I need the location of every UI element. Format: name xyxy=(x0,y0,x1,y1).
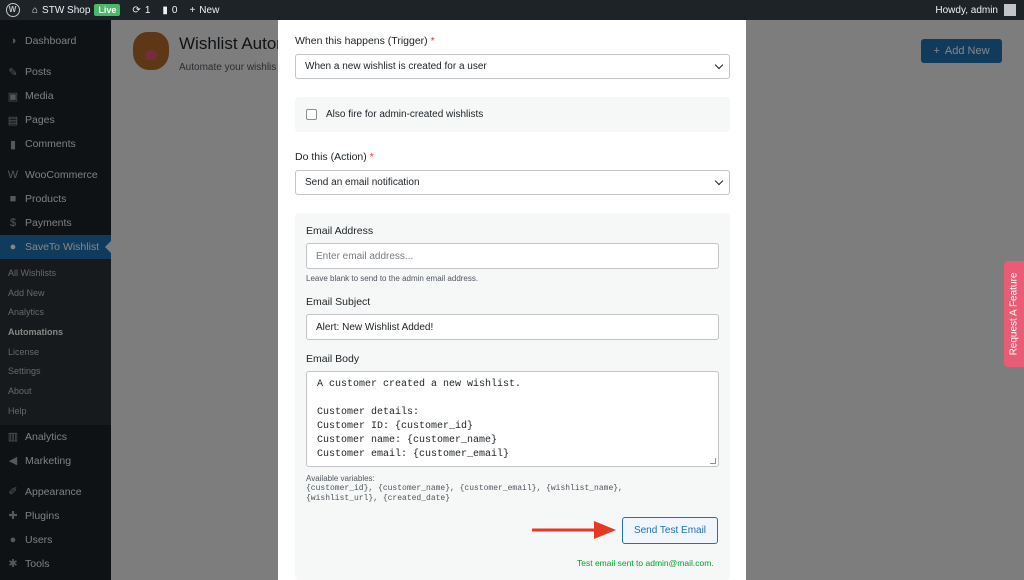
variables-line-2: {wishlist_url}, {created_date} xyxy=(306,494,451,503)
action-select[interactable]: Send an email notification xyxy=(295,170,730,195)
trigger-label: When this happens (Trigger) * xyxy=(295,35,435,47)
email-address-label: Email Address xyxy=(306,225,374,237)
email-address-input[interactable]: Enter email address... xyxy=(306,243,719,269)
new-label: New xyxy=(199,4,220,16)
site-name: STW Shop xyxy=(42,4,91,16)
live-badge: Live xyxy=(94,4,121,16)
account-menu[interactable]: Howdy, admin xyxy=(935,4,1024,16)
annotation-arrow-icon xyxy=(532,521,616,539)
test-email-success-message: Test email sent to admin@mail.com. xyxy=(577,558,714,568)
updates-count: 1 xyxy=(144,4,151,16)
admin-created-label: Also fire for admin-created wishlists xyxy=(326,109,484,120)
updates-link[interactable]: ⟳ 1 xyxy=(126,0,156,20)
action-label: Do this (Action) * xyxy=(295,151,374,163)
admin-bar: ⌂ STW Shop Live ⟳ 1 ▮ 0 + New Howdy, adm… xyxy=(0,0,1024,20)
trigger-options-panel: Also fire for admin-created wishlists xyxy=(295,97,730,132)
comments-link[interactable]: ▮ 0 xyxy=(156,0,183,20)
site-name-link[interactable]: ⌂ STW Shop Live xyxy=(26,0,126,20)
action-label-text: Do this (Action) xyxy=(295,151,367,163)
variables-label: Available variables: xyxy=(306,474,375,483)
plus-icon: + xyxy=(189,4,196,16)
required-mark: * xyxy=(430,35,435,47)
avatar xyxy=(1004,4,1016,16)
greeting: Howdy, admin xyxy=(935,4,998,16)
request-feature-label: Request A Feature xyxy=(1008,272,1020,356)
trigger-label-text: When this happens (Trigger) xyxy=(295,35,428,47)
comments-count: 0 xyxy=(171,4,178,16)
chevron-down-icon xyxy=(714,60,724,70)
variables-line-1: {customer_id}, {customer_name}, {custome… xyxy=(306,484,623,493)
comment-bubble-icon: ▮ xyxy=(162,4,168,16)
required-mark: * xyxy=(369,151,374,163)
email-body-text: A customer created a new wishlist. Custo… xyxy=(317,379,522,460)
admin-created-checkbox[interactable] xyxy=(306,109,317,120)
automation-modal: When this happens (Trigger) * When a new… xyxy=(278,20,746,580)
email-address-help: Leave blank to send to the admin email a… xyxy=(306,274,479,283)
request-feature-tab[interactable]: Request A Feature xyxy=(1004,261,1024,367)
new-content-link[interactable]: + New xyxy=(183,0,225,20)
wordpress-logo-icon xyxy=(6,3,20,17)
chevron-down-icon xyxy=(714,176,724,186)
wp-logo-menu[interactable] xyxy=(0,0,26,20)
email-subject-input[interactable]: Alert: New Wishlist Added! xyxy=(306,314,719,340)
email-body-textarea[interactable]: A customer created a new wishlist. Custo… xyxy=(306,371,719,467)
email-body-label: Email Body xyxy=(306,353,360,365)
send-test-email-button[interactable]: Send Test Email xyxy=(622,517,718,544)
refresh-icon: ⟳ xyxy=(132,4,141,16)
available-variables: Available variables: {customer_id}, {cus… xyxy=(306,474,623,504)
email-subject-label: Email Subject xyxy=(306,296,371,308)
trigger-select[interactable]: When a new wishlist is created for a use… xyxy=(295,54,730,79)
home-icon: ⌂ xyxy=(32,4,39,16)
trigger-select-value: When a new wishlist is created for a use… xyxy=(305,61,487,72)
action-select-value: Send an email notification xyxy=(305,177,420,188)
resize-grip-icon[interactable] xyxy=(710,458,716,464)
